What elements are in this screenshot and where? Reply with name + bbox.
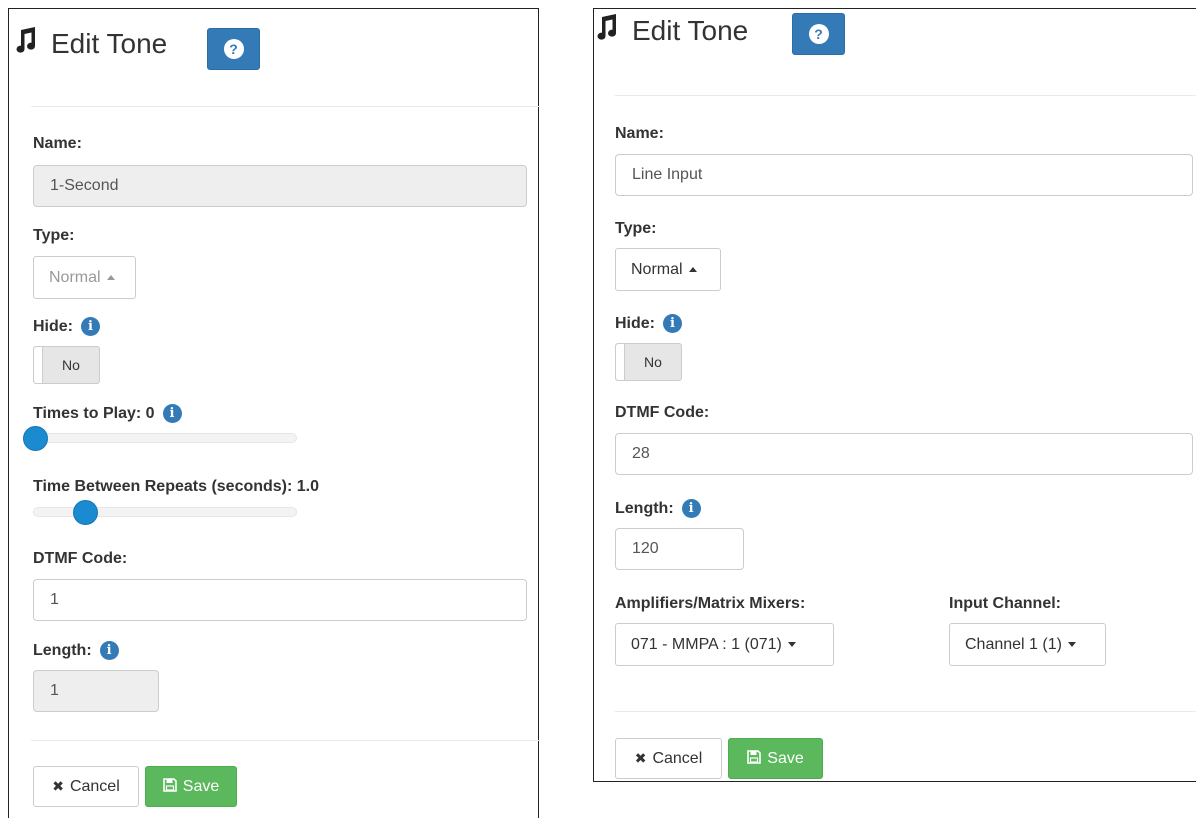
type-dropdown[interactable]: Normal [33,256,136,299]
times-to-play-slider[interactable] [33,433,297,443]
amplifiers-dropdown[interactable]: 071 - MMPA : 1 (071) [615,623,834,666]
input-channel-dropdown[interactable]: Channel 1 (1) [949,623,1106,666]
footer-divider [31,740,540,741]
help-button[interactable]: ? [207,28,260,70]
cancel-button-label: Cancel [652,749,703,767]
caret-up-icon [688,267,697,272]
floppy-disk-icon [162,778,177,795]
hide-label: Hide: i [33,317,100,336]
length-label-text: Length: [615,499,674,517]
length-input[interactable]: 1 [33,670,159,712]
length-label: Length: i [33,641,119,660]
name-label: Name: [33,135,82,152]
floppy-disk-icon [747,750,762,767]
info-circle-icon[interactable]: i [99,641,119,660]
hide-toggle[interactable]: No [33,346,100,384]
info-circle-icon[interactable]: i [162,404,182,423]
help-button[interactable]: ? [792,13,845,55]
hide-toggle[interactable]: No [615,343,682,381]
hide-toggle-value: No [62,357,80,373]
name-input[interactable]: 1-Second [33,165,527,207]
amplifiers-label: Amplifiers/Matrix Mixers: [615,595,806,612]
save-button-label: Save [767,749,804,767]
length-input[interactable]: 120 [615,528,744,570]
type-label: Type: [33,227,75,244]
times-icon: ✖ [52,778,64,794]
toggle-knob [34,347,43,383]
edit-tone-panel-left: Edit Tone ? Name: 1-Second Type: Normal … [8,8,540,818]
save-button-label: Save [182,777,220,795]
toggle-knob [616,344,625,380]
hide-label: Hide: i [615,314,682,333]
dtmf-code-label: DTMF Code: [33,550,128,567]
edit-tone-panel-right: Edit Tone ? Name: Line Input Type: Norma… [593,8,1196,782]
amplifiers-dropdown-value: 071 - MMPA : 1 (071) [631,635,782,653]
cancel-button[interactable]: ✖ Cancel [33,766,139,807]
info-circle-icon[interactable]: i [681,499,701,518]
save-button[interactable]: Save [728,738,823,779]
times-to-play-slider-handle[interactable] [22,426,48,451]
name-label: Name: [615,125,664,142]
info-circle-icon[interactable]: i [81,317,100,336]
dtmf-code-input[interactable]: 1 [33,579,527,621]
times-icon: ✖ [634,750,647,766]
type-dropdown-value: Normal [631,260,683,278]
panel-title: Edit Tone [15,27,167,60]
times-to-play-label-text: Times to Play: 0 [33,404,155,422]
caret-up-icon [106,275,115,280]
dtmf-code-input[interactable]: 28 [615,433,1193,475]
time-between-repeats-slider-handle[interactable] [72,500,98,525]
question-circle-icon: ? [223,39,244,59]
cancel-button[interactable]: ✖ Cancel [615,738,722,779]
panel-title-text: Edit Tone [632,14,749,46]
type-dropdown[interactable]: Normal [615,248,721,291]
input-channel-dropdown-value: Channel 1 (1) [965,635,1062,653]
name-input[interactable]: Line Input [615,154,1193,196]
input-channel-label: Input Channel: [949,595,1061,612]
music-note-icon [596,14,618,47]
header-divider [31,106,540,107]
save-button[interactable]: Save [145,766,237,807]
length-label-text: Length: [33,641,92,659]
header-divider [615,95,1196,96]
dtmf-code-label: DTMF Code: [615,404,710,421]
footer-divider [615,711,1196,712]
info-circle-icon[interactable]: i [663,314,682,333]
music-note-icon [15,27,37,60]
hide-label-text: Hide: [33,317,73,335]
hide-toggle-value: No [644,354,662,370]
panel-title-text: Edit Tone [51,27,168,59]
length-label: Length: i [615,499,701,518]
times-to-play-label: Times to Play: 0 i [33,404,182,423]
cancel-button-label: Cancel [69,777,120,795]
caret-down-icon [787,642,796,647]
type-dropdown-value: Normal [49,268,101,286]
panel-title: Edit Tone [596,14,748,47]
caret-down-icon [1067,642,1076,647]
question-circle-icon: ? [808,24,829,44]
time-between-repeats-label: Time Between Repeats (seconds): 1.0 [33,478,320,495]
hide-label-text: Hide: [615,314,655,332]
type-label: Type: [615,220,657,237]
